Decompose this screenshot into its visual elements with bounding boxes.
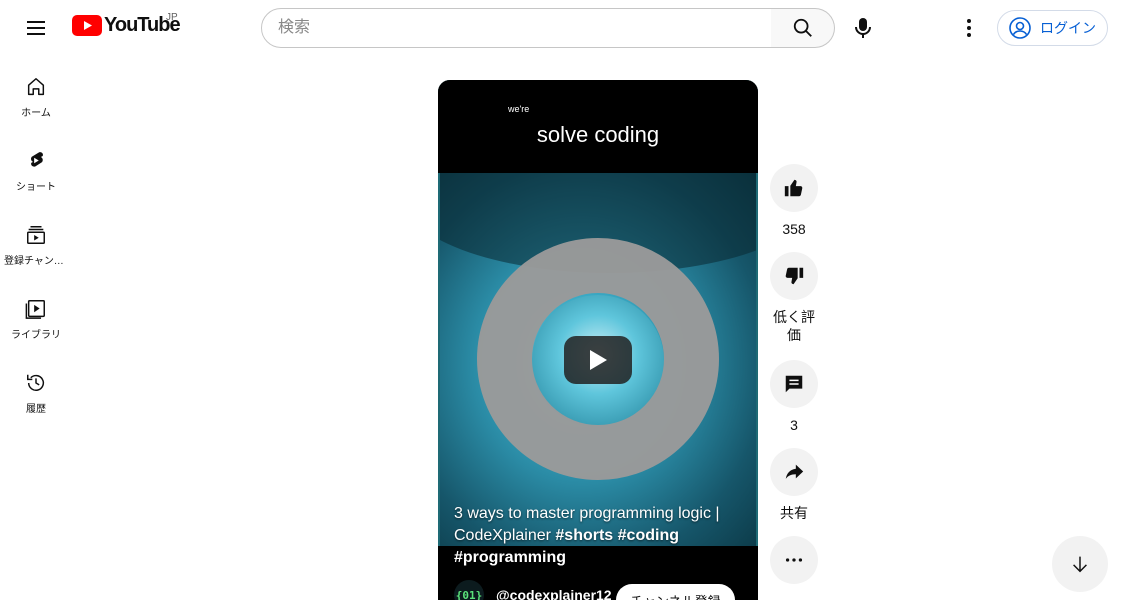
share-action: 共有 bbox=[770, 448, 818, 522]
subscriptions-icon bbox=[27, 226, 45, 244]
login-button[interactable]: ログイン bbox=[997, 10, 1108, 46]
like-action: 358 bbox=[770, 164, 818, 238]
subscribe-button[interactable]: チャンネル登録 bbox=[616, 584, 735, 600]
thumbs-up-icon bbox=[784, 179, 803, 197]
comment-icon bbox=[785, 375, 803, 393]
youtube-play-logo-icon bbox=[72, 15, 102, 36]
voice-search-button[interactable] bbox=[843, 8, 883, 48]
video-caption-big: solve coding bbox=[536, 122, 660, 147]
account-icon bbox=[1009, 17, 1031, 39]
share-label: 共有 bbox=[780, 505, 808, 521]
sidebar-item-label: ホーム bbox=[21, 108, 51, 119]
play-button[interactable] bbox=[564, 336, 632, 384]
channel-avatar[interactable]: {01} bbox=[454, 580, 484, 600]
comment-action: 3 bbox=[770, 360, 818, 434]
more-options-button[interactable] bbox=[770, 536, 818, 584]
search-button[interactable] bbox=[771, 8, 835, 48]
video-caption-area: we're solve coding bbox=[438, 80, 758, 173]
microphone-icon bbox=[855, 18, 871, 38]
youtube-logo[interactable]: YouTube bbox=[72, 14, 181, 37]
like-count: 358 bbox=[782, 221, 806, 237]
search-icon bbox=[793, 18, 812, 37]
search-input[interactable] bbox=[261, 8, 772, 48]
thumbs-down-icon bbox=[785, 267, 804, 285]
home-icon bbox=[27, 78, 45, 96]
more-action bbox=[770, 536, 818, 584]
more-vertical-icon bbox=[967, 19, 971, 37]
sidebar-item-label: 履歴 bbox=[26, 404, 46, 415]
menu-button[interactable] bbox=[16, 8, 56, 48]
library-icon bbox=[25, 300, 45, 319]
more-horizontal-icon bbox=[785, 558, 803, 562]
channel-row: {01} @codexplainer12 チャンネル登録 bbox=[454, 580, 744, 600]
shorts-video-player[interactable]: we're solve coding 3 ways to master prog… bbox=[438, 80, 758, 600]
hashtag-link[interactable]: #coding bbox=[618, 527, 679, 544]
comment-count: 3 bbox=[790, 417, 798, 433]
sidebar-item-history[interactable]: 履歴 bbox=[0, 352, 72, 426]
sidebar-item-home[interactable]: ホーム bbox=[0, 56, 72, 130]
hashtag-link[interactable]: #programming bbox=[454, 549, 566, 566]
video-caption-small: we're bbox=[508, 104, 530, 114]
comment-button[interactable] bbox=[770, 360, 818, 408]
dislike-label: 低く評価 bbox=[773, 309, 815, 343]
play-icon bbox=[590, 350, 607, 370]
hashtag-link[interactable]: #shorts bbox=[555, 527, 613, 544]
like-button[interactable] bbox=[770, 164, 818, 212]
shorts-icon bbox=[31, 152, 43, 167]
settings-menu-button[interactable] bbox=[949, 8, 989, 48]
hamburger-icon bbox=[27, 21, 45, 35]
video-frame bbox=[440, 173, 756, 553]
sidebar-item-label: ライブラリ bbox=[11, 330, 61, 341]
sidebar-item-label: ショート bbox=[16, 182, 56, 193]
arrow-down-icon bbox=[1073, 556, 1087, 573]
region-label: JP bbox=[166, 12, 178, 23]
sidebar-item-library[interactable]: ライブラリ bbox=[0, 278, 72, 352]
share-button[interactable] bbox=[770, 448, 818, 496]
sidebar-item-shorts[interactable]: ショート bbox=[0, 130, 72, 204]
channel-name[interactable]: @codexplainer12 bbox=[496, 587, 612, 600]
sidebar-item-subscriptions[interactable]: 登録チャンネル bbox=[0, 204, 72, 278]
share-icon bbox=[785, 464, 804, 479]
top-bar: YouTube JP ログイン bbox=[0, 0, 1124, 56]
sidebar-item-label: 登録チャンネル bbox=[4, 256, 68, 267]
history-icon bbox=[27, 374, 45, 391]
next-video-button[interactable] bbox=[1052, 536, 1108, 592]
dislike-button[interactable] bbox=[770, 252, 818, 300]
login-label: ログイン bbox=[1040, 20, 1096, 36]
video-title[interactable]: 3 ways to master programming logic | Cod… bbox=[454, 503, 744, 569]
dislike-action: 低く評価 bbox=[770, 252, 818, 344]
